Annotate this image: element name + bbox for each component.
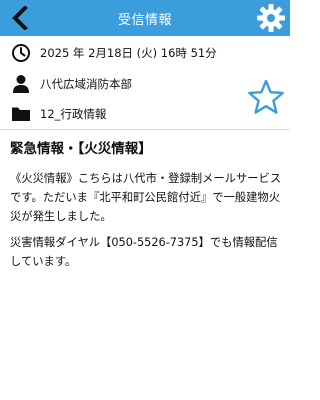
favorite-button[interactable] <box>246 78 286 118</box>
sender-organization: 八代広域消防本部 <box>40 77 132 91</box>
page-title: 受信情報 <box>117 12 172 28</box>
message-body-paragraph-1: 《火災情報》こちらは八代市・登録制メールサービスです。ただいま『北平和町公民館付… <box>10 172 282 223</box>
organization-row: 八代広域消防本部 <box>10 73 132 95</box>
date-row: 2025 年 2月18日 (火) 16時 51分 <box>10 42 217 64</box>
clock-icon <box>10 42 32 64</box>
received-date: 2025 年 2月18日 (火) 16時 51分 <box>40 46 217 60</box>
message-body-paragraph-2: 災害情報ダイヤル【050-5526-7375】でも情報配信しています。 <box>10 236 278 268</box>
star-outline-icon <box>248 79 284 114</box>
gear-icon <box>257 4 285 32</box>
settings-button[interactable] <box>256 3 286 33</box>
category-row: 12_行政情報 <box>10 103 106 125</box>
message-meta: 2025 年 2月18日 (火) 16時 51分 八代広域消防本部 12_行政情… <box>0 36 290 130</box>
app-header: 受信情報 <box>0 0 290 36</box>
chevron-left-icon <box>12 6 28 30</box>
folder-icon <box>10 103 32 125</box>
person-icon <box>10 73 32 95</box>
message-category: 12_行政情報 <box>40 107 107 121</box>
message-title: 緊急情報・【火災情報】 <box>10 141 152 157</box>
back-button[interactable] <box>6 4 34 32</box>
